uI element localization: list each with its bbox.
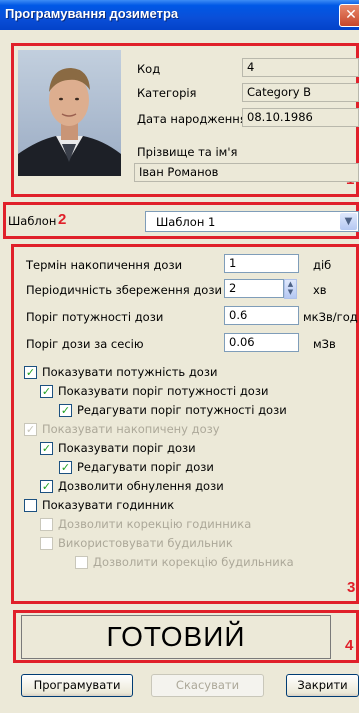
checkbox-show-dose-threshold[interactable]: ✓ (40, 442, 53, 455)
show-dose-rate-label: Показувати потужність дози (42, 365, 218, 379)
code-field: 4 (242, 58, 359, 77)
close-window-button[interactable]: ✕ (339, 4, 359, 27)
accum-term-unit: діб (313, 258, 332, 272)
template-select[interactable]: Шаблон 1 ▼ (145, 211, 359, 232)
show-rate-threshold-label: Показувати поріг потужності дози (58, 384, 269, 398)
session-threshold-unit: мЗв (313, 337, 336, 351)
edit-dose-threshold-label: Редагувати поріг дози (77, 460, 214, 474)
full-name-field: Іван Романов (134, 163, 359, 182)
chevron-down-icon[interactable]: ▼ (340, 213, 357, 230)
show-clock-label: Показувати годинник (42, 498, 175, 512)
edit-rate-threshold-label: Редагувати поріг потужності дози (77, 403, 287, 417)
checkbox-edit-rate-threshold[interactable]: ✓ (59, 404, 72, 417)
checkbox-show-dose-rate[interactable]: ✓ (24, 366, 37, 379)
save-period-input[interactable]: 2 (224, 279, 284, 298)
rate-threshold-label: Поріг потужності дози (26, 310, 164, 324)
category-label: Категорія (137, 86, 197, 100)
program-button[interactable]: Програмувати (21, 674, 133, 697)
use-alarm-label: Використовувати будильник (58, 536, 233, 550)
checkbox-show-clock[interactable] (24, 499, 37, 512)
annotation-number-4: 4 (345, 637, 354, 654)
accum-term-input[interactable]: 1 (224, 254, 299, 273)
full-name-label: Прізвище та ім'я (137, 145, 238, 159)
rate-threshold-unit: мкЗв/год (303, 310, 358, 324)
template-select-value: Шаблон 1 (156, 215, 216, 229)
code-label: Код (137, 62, 161, 76)
checkbox-allow-clock-correction[interactable] (40, 518, 53, 531)
title-bar: Програмування дозиметра ✕ (0, 0, 359, 30)
status-display: ГОТОВИЙ (21, 615, 331, 659)
show-dose-threshold-label: Показувати поріг дози (58, 441, 196, 455)
category-field: Category B (242, 83, 359, 102)
birth-date-label: Дата народження (137, 112, 247, 126)
birth-date-field: 08.10.1986 (242, 108, 359, 127)
checkbox-allow-alarm-correction[interactable] (75, 556, 88, 569)
window-title: Програмування дозиметра (5, 6, 179, 21)
accum-term-label: Термін накопичення дози (26, 258, 183, 272)
save-period-label: Періодичність збереження дози (26, 283, 222, 297)
show-accumulated-dose-label: Показувати накопичену дозу (42, 422, 220, 436)
annotation-number-2: 2 (58, 211, 67, 228)
cancel-button[interactable]: Скасувати (151, 674, 264, 697)
save-period-spinner[interactable]: ▲ ▼ (284, 279, 297, 299)
checkbox-edit-dose-threshold[interactable]: ✓ (59, 461, 72, 474)
rate-threshold-input[interactable]: 0.6 (224, 306, 299, 325)
allow-dose-reset-label: Дозволити обнулення дози (58, 479, 224, 493)
close-button[interactable]: Закрити (286, 674, 359, 697)
checkbox-allow-dose-reset[interactable]: ✓ (40, 480, 53, 493)
annotation-number-3: 3 (347, 579, 356, 596)
allow-clock-correction-label: Дозволити корекцію годинника (58, 517, 252, 531)
allow-alarm-correction-label: Дозволити корекцію будильника (93, 555, 294, 569)
session-threshold-input[interactable]: 0.06 (224, 333, 299, 352)
employee-photo (18, 50, 121, 176)
checkbox-show-accumulated-dose[interactable]: ✓ (24, 423, 37, 436)
template-label: Шаблон (8, 214, 57, 228)
session-threshold-label: Поріг дози за сесію (26, 337, 144, 351)
save-period-unit: хв (313, 283, 327, 297)
checkbox-use-alarm[interactable] (40, 537, 53, 550)
checkbox-show-rate-threshold[interactable]: ✓ (40, 385, 53, 398)
